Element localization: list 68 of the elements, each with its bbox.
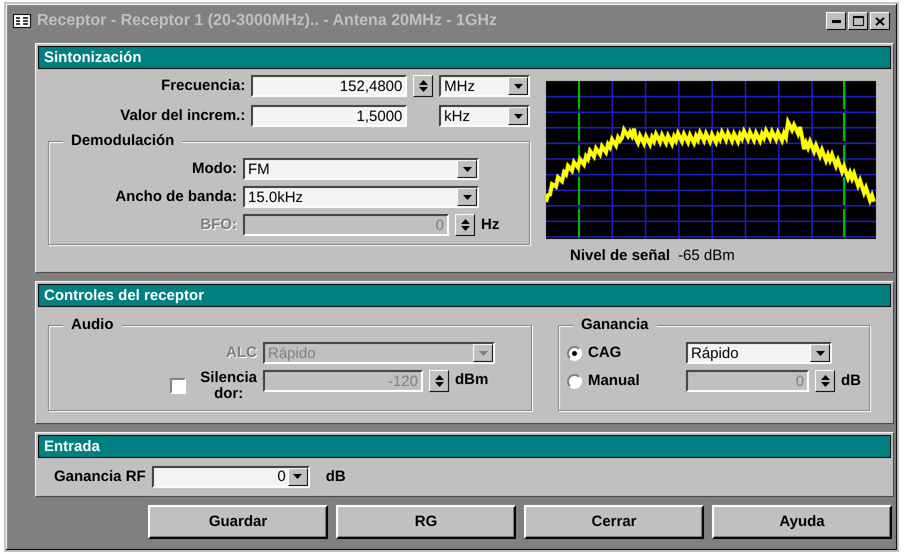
- down-arrow-icon: [460, 226, 470, 231]
- spin-button[interactable]: [413, 75, 434, 97]
- down-arrow-icon: [434, 382, 444, 387]
- radio-button[interactable]: [567, 346, 582, 360]
- caret-icon: [293, 474, 302, 479]
- down-arrow-icon: [820, 382, 830, 387]
- caret-icon: [462, 166, 472, 172]
- up-arrow-icon: [820, 375, 830, 380]
- dialog-button[interactable]: RG: [336, 504, 516, 538]
- close-button[interactable]: [870, 12, 890, 30]
- up-arrow-icon: [460, 219, 470, 224]
- signal-level-label: Nivel de señal: [570, 248, 670, 264]
- caret-icon: [514, 84, 523, 88]
- agc-speed-dropdown[interactable]: Rápido: [686, 342, 832, 364]
- dialog-button[interactable]: Guardar: [148, 504, 328, 538]
- field-label: Modo:: [191, 161, 237, 177]
- section-header: Entrada: [38, 434, 891, 458]
- window-title: Receptor - Receptor 1 (20-3000MHz).. - Antena 20MHz - 1GHz: [37, 12, 498, 30]
- spin-button[interactable]: [815, 370, 835, 392]
- spin-button[interactable]: [455, 214, 475, 236]
- field-label: ALC: [225, 345, 257, 361]
- mode-dropdown[interactable]: FM: [243, 158, 479, 180]
- bandwidth-dropdown[interactable]: 15.0kHz: [243, 186, 479, 208]
- rf-gain-dropdown[interactable]: 0: [152, 466, 310, 488]
- dialog-button[interactable]: Ayuda: [712, 504, 892, 538]
- field-label: Ganancia RF: [54, 468, 146, 484]
- increment-field[interactable]: 1,5000: [251, 105, 408, 127]
- field-label: Ancho de banda:: [114, 189, 237, 205]
- checkbox-label: Silencia dor:: [200, 370, 257, 402]
- unit-label: dB: [326, 468, 346, 484]
- radio-label: CAG: [588, 345, 622, 361]
- close-icon: [875, 16, 885, 26]
- dropdown-button[interactable]: [288, 468, 308, 486]
- caret-icon: [462, 194, 472, 200]
- dropdown-button[interactable]: [457, 160, 477, 178]
- dropdown-button[interactable]: [508, 107, 528, 125]
- dropdown-button[interactable]: [457, 188, 477, 206]
- unit-label: dB: [841, 373, 861, 389]
- signal-level-value: -65 dBm: [678, 247, 735, 264]
- field-label: BFO:: [199, 217, 237, 233]
- caret-icon: [514, 114, 522, 118]
- section-header: Sintonización: [38, 46, 891, 69]
- unit-label: dBm: [455, 372, 488, 388]
- radio-dot: [572, 350, 577, 356]
- field-label: Frecuencia:: [160, 78, 246, 94]
- radio-label: Manual: [588, 373, 641, 389]
- radio-button[interactable]: [567, 374, 582, 388]
- unit-dropdown[interactable]: MHz: [439, 75, 530, 97]
- minimize-button[interactable]: [826, 12, 846, 30]
- caret-icon: [816, 350, 824, 356]
- down-arrow-icon: [418, 87, 428, 92]
- field-label: Valor del increm.:: [119, 108, 246, 124]
- maximize-button[interactable]: [848, 12, 868, 30]
- frequency-field[interactable]: 152,4800: [251, 75, 408, 97]
- section-header: Controles del receptor: [38, 284, 891, 307]
- dropdown-button[interactable]: [508, 77, 528, 95]
- dropdown-button[interactable]: [473, 344, 493, 362]
- unit-dropdown[interactable]: kHz: [439, 105, 530, 127]
- up-arrow-icon: [418, 80, 428, 85]
- dialog-button[interactable]: Cerrar: [524, 504, 704, 538]
- up-arrow-icon: [434, 375, 444, 380]
- app-icon: [13, 14, 31, 28]
- dropdown-button[interactable]: [810, 344, 830, 362]
- spin-button[interactable]: [429, 370, 449, 392]
- caret-icon: [478, 350, 488, 356]
- unit-label: Hz: [481, 217, 500, 233]
- minimize-icon: [832, 20, 840, 22]
- maximize-icon: [852, 16, 864, 26]
